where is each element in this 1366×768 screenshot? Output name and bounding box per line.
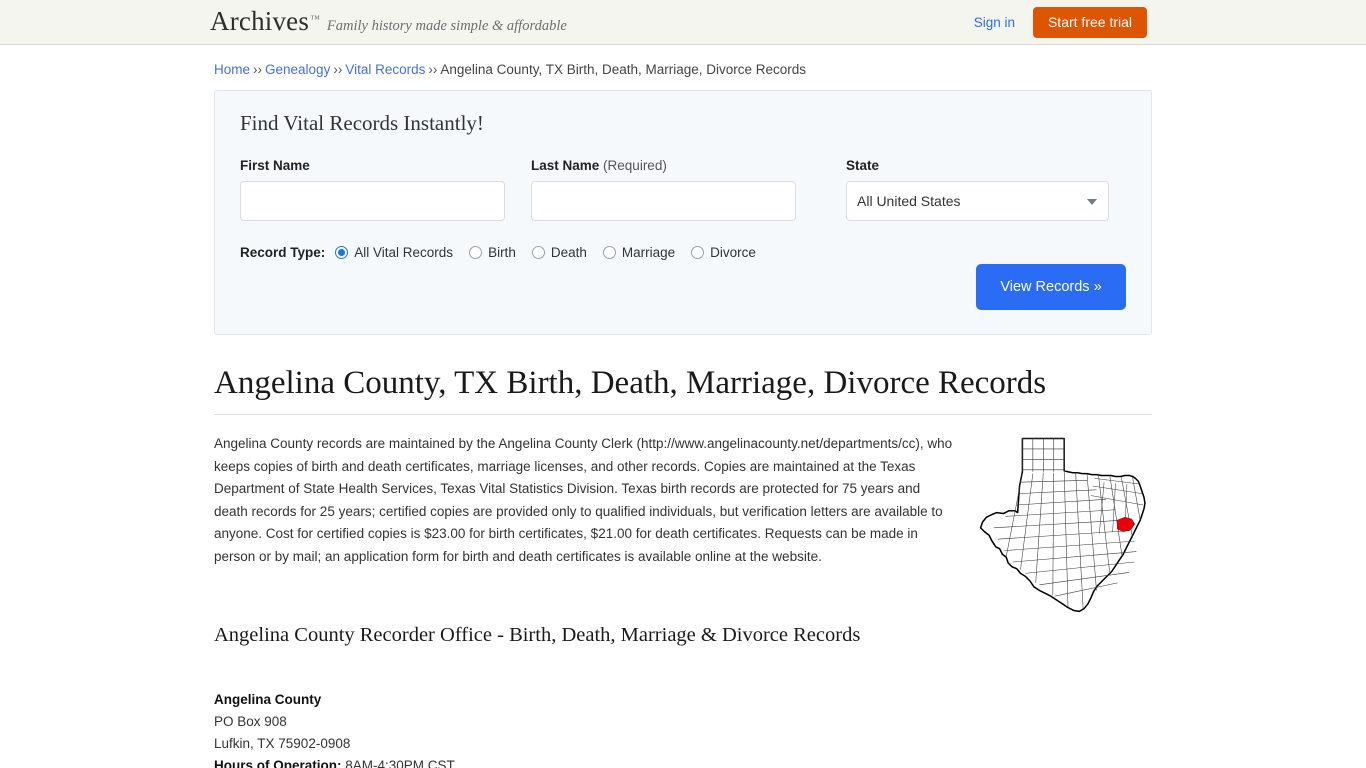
state-select[interactable]: All United States [846,181,1109,221]
radio-option-birth[interactable]: Birth [469,245,516,260]
state-select-wrapper: All United States [846,181,1109,221]
radio-icon-death[interactable] [531,246,545,259]
contact-hours-value: 8AM-4:30PM CST [345,757,455,768]
breadcrumb-item-home[interactable]: Home [214,62,250,77]
radio-label-birth: Birth [488,245,516,260]
vital-records-search-panel: Find Vital Records Instantly! First Name… [214,90,1152,335]
first-name-label: First Name [240,158,310,173]
recorder-office-contact-block: Angelina County PO Box 908 Lufkin, TX 75… [214,689,1152,768]
radio-label-all-vital-records: All Vital Records [354,245,454,260]
page-container: Home ›› Genealogy ›› Vital Records ›› Angelina… [214,45,1152,768]
last-name-label-text: Last Name [531,158,600,173]
radio-label-death: Death [550,245,587,260]
search-panel-title: Find Vital Records Instantly! [240,111,484,135]
breadcrumb-item-current: Angelina County, TX Birth, Death, Marria… [440,62,807,77]
radio-option-all-vital-records[interactable]: All Vital Records [335,245,453,260]
radio-option-death[interactable]: Death [531,245,587,260]
radio-option-marriage[interactable]: Marriage [602,245,676,260]
breadcrumb-separator: ›› [428,62,438,77]
radio-option-divorce[interactable]: Divorce [691,245,756,260]
last-name-required-note: (Required) [603,158,667,173]
main-content: Angelina County records are maintained b… [214,433,1152,768]
breadcrumb-item-genealogy[interactable]: Genealogy [265,62,330,77]
contact-address-line-2: Lufkin, TX 75902-0908 [214,735,351,751]
radio-label-marriage: Marriage [621,245,676,260]
radio-icon-all-vital-records[interactable] [335,246,349,259]
breadcrumb: Home ›› Genealogy ›› Vital Records ›› Angelina… [214,62,1152,90]
view-records-button[interactable]: View Records » [976,264,1126,310]
radio-label-divorce: Divorce [710,245,756,260]
brand-tagline: Family history made simple & affordable [326,18,567,34]
record-type-row: Record Type: All Vital Records Birth Dea… [240,245,1126,260]
first-name-input[interactable] [240,181,505,221]
texas-county-map-icon [973,429,1163,619]
radio-icon-birth[interactable] [469,246,483,259]
county-description-text: Angelina County records are maintained b… [214,436,953,564]
breadcrumb-separator: ›› [333,62,343,77]
state-label: State [846,158,880,173]
radio-icon-marriage[interactable] [602,246,616,259]
trademark-symbol: ™ [310,14,320,25]
radio-icon-divorce[interactable] [691,246,705,259]
brand-logo[interactable]: Archives ™ Family history made simple & a… [210,8,567,35]
recorder-office-heading: Angelina County Recorder Office - Birth,… [214,623,861,646]
contact-office-name: Angelina County [214,691,322,707]
search-fields-row: First Name Last Name (Required) State Al… [240,158,1126,221]
breadcrumb-separator: ›› [253,62,263,77]
state-field-group: State All United States [846,158,1109,221]
last-name-field-group: Last Name (Required) [531,158,796,221]
contact-hours-label: Hours of Operation: [214,757,342,768]
last-name-input[interactable] [531,181,796,221]
sign-in-link[interactable]: Sign in [974,15,1015,30]
site-header: Archives ™ Family history made simple & a… [0,0,1366,45]
start-free-trial-button[interactable]: Start free trial [1032,7,1147,38]
breadcrumb-item-vital-records[interactable]: Vital Records [345,62,425,77]
page-title: Angelina County, TX Birth, Death, Marria… [214,365,1152,415]
record-type-label: Record Type: [240,245,326,260]
first-name-field-group: First Name [240,158,505,221]
contact-hours: Hours of Operation: 8AM-4:30PM CST [214,755,1152,768]
last-name-label: Last Name (Required) [531,158,796,173]
header-actions: Sign in Start free trial [974,0,1147,45]
brand-logo-text: Archives [210,6,310,36]
contact-address-line-1: PO Box 908 [214,713,287,729]
